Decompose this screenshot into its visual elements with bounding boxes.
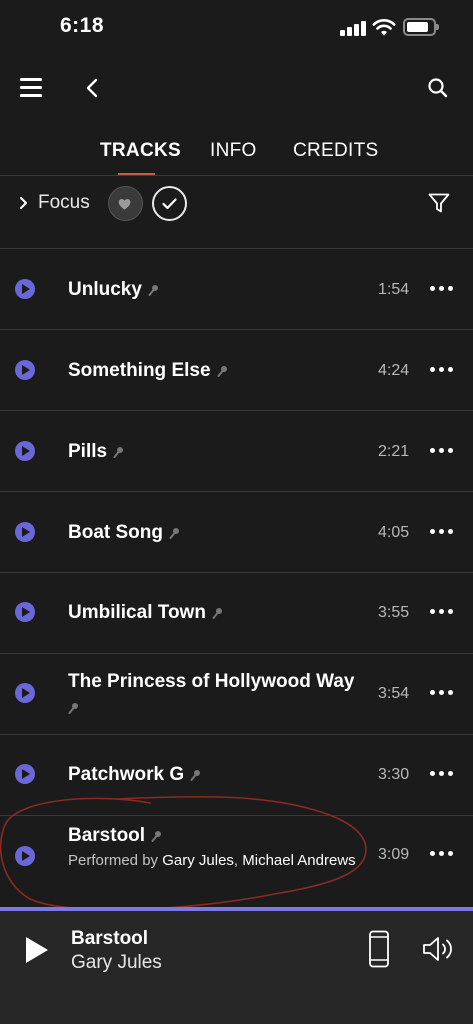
- artist-link[interactable]: Michael Andrews: [242, 852, 355, 869]
- track-row[interactable]: Barstool Performed by Gary Jules, Michae…: [0, 816, 473, 900]
- track-duration: 4:24: [378, 362, 410, 379]
- track-credits: Performed by Gary Jules, Michael Andrews: [68, 851, 358, 871]
- microphone-icon: [151, 831, 162, 842]
- track-row[interactable]: Pills 2:21: [0, 411, 473, 492]
- status-bar: 6:18: [0, 0, 473, 58]
- track-row[interactable]: Something Else 4:24: [0, 330, 473, 411]
- search-icon[interactable]: [426, 76, 450, 100]
- cellular-signal-icon: [340, 20, 366, 36]
- microphone-icon: [169, 528, 179, 539]
- track-title: Unlucky: [68, 279, 142, 300]
- track-duration: 3:55: [378, 604, 410, 621]
- tab-bar: TRACKS INFO CREDITS: [0, 130, 473, 176]
- track-duration: 3:30: [378, 766, 410, 783]
- focus-toggle[interactable]: Focus: [16, 188, 90, 218]
- microphone-icon: [68, 703, 78, 714]
- play-track-button[interactable]: [15, 441, 35, 461]
- volume-icon[interactable]: [422, 935, 456, 963]
- more-options-icon[interactable]: [430, 850, 454, 858]
- play-track-button[interactable]: [15, 846, 35, 866]
- heart-icon: [118, 198, 131, 210]
- filter-row: Focus: [0, 176, 473, 230]
- wifi-icon: [372, 19, 396, 36]
- more-options-icon[interactable]: [430, 528, 454, 536]
- track-title: Boat Song: [68, 522, 163, 543]
- microphone-icon: [113, 447, 124, 458]
- mini-player[interactable]: Barstool Gary Jules: [0, 911, 473, 1024]
- track-duration: 2:21: [378, 443, 410, 460]
- play-track-button[interactable]: [15, 360, 35, 380]
- purchased-filter-button[interactable]: [152, 186, 187, 221]
- more-options-icon[interactable]: [430, 366, 454, 374]
- tab-tracks[interactable]: TRACKS: [100, 140, 181, 162]
- track-title: Something Else: [68, 360, 211, 381]
- phone-device-icon[interactable]: [368, 930, 390, 968]
- tab-credits[interactable]: CREDITS: [293, 140, 379, 162]
- microphone-icon: [148, 285, 158, 296]
- play-track-button[interactable]: [15, 522, 35, 542]
- chevron-right-icon: [20, 197, 27, 209]
- play-track-button[interactable]: [15, 683, 35, 703]
- now-playing-title: Barstool: [71, 928, 149, 949]
- play-track-button[interactable]: [15, 279, 35, 299]
- play-icon[interactable]: [24, 935, 50, 965]
- microphone-icon: [217, 366, 227, 377]
- focus-label: Focus: [38, 192, 90, 213]
- check-icon: [162, 198, 177, 210]
- now-playing-artist: Gary Jules: [71, 952, 162, 973]
- microphone-icon: [190, 770, 201, 781]
- track-duration: 3:09: [378, 846, 410, 863]
- track-row[interactable]: Boat Song 4:05: [0, 492, 473, 573]
- track-title: The Princess of Hollywood Way: [68, 671, 355, 692]
- microphone-icon: [212, 608, 222, 619]
- tab-info[interactable]: INFO: [210, 140, 257, 162]
- more-options-icon[interactable]: [430, 770, 454, 778]
- track-title: Barstool: [68, 825, 146, 846]
- performed-by-label: Performed by: [68, 852, 163, 869]
- artist-link[interactable]: Gary Jules: [162, 852, 234, 869]
- favorites-filter-button[interactable]: [108, 186, 143, 221]
- track-row[interactable]: Umbilical Town 3:55: [0, 573, 473, 654]
- play-track-button[interactable]: [15, 764, 35, 784]
- more-options-icon[interactable]: [430, 689, 454, 697]
- battery-icon: [403, 18, 439, 36]
- track-duration: 1:54: [378, 281, 410, 298]
- track-row[interactable]: The Princess of Hollywood Way 3:54: [0, 654, 473, 735]
- track-title: Pills: [68, 441, 108, 462]
- track-row[interactable]: Unlucky 1:54: [0, 249, 473, 330]
- track-row[interactable]: Patchwork G 3:30: [0, 735, 473, 816]
- track-title: Umbilical Town: [68, 602, 206, 623]
- track-title: Patchwork G: [68, 764, 185, 785]
- filter-funnel-icon[interactable]: [427, 191, 451, 215]
- track-duration: 4:05: [378, 524, 410, 541]
- more-options-icon[interactable]: [430, 608, 454, 616]
- play-track-button[interactable]: [15, 602, 35, 622]
- app-screen: 6:18 TRACKS INFO CREDITS Focus Unlucky 1…: [0, 0, 473, 1024]
- status-time: 6:18: [60, 14, 105, 37]
- hamburger-icon[interactable]: [20, 77, 42, 97]
- artist-separator: ,: [233, 852, 243, 869]
- track-duration: 3:54: [378, 685, 410, 702]
- more-options-icon[interactable]: [430, 447, 454, 455]
- chevron-left-icon[interactable]: [82, 76, 104, 100]
- more-options-icon[interactable]: [430, 285, 454, 293]
